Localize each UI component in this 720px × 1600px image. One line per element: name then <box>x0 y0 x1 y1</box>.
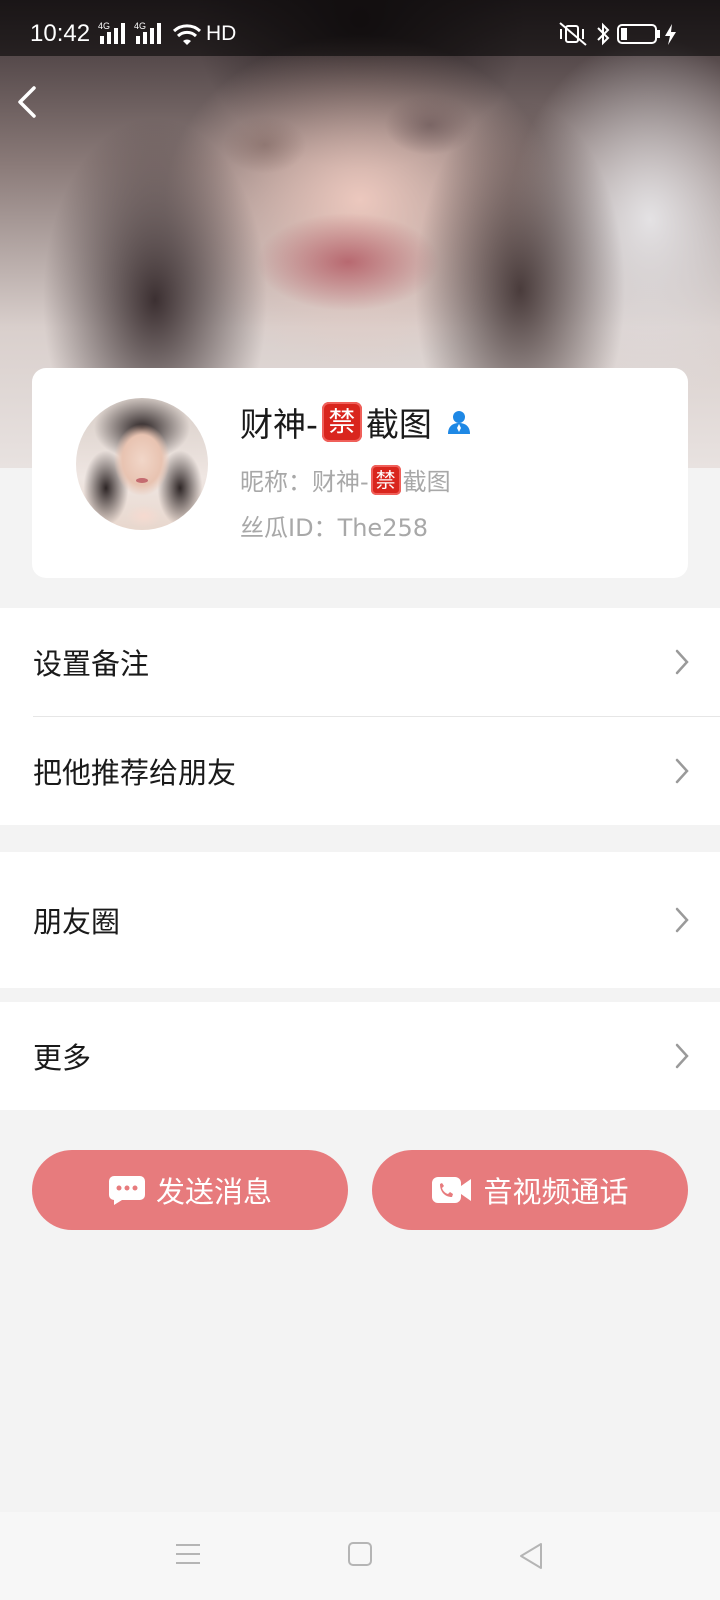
nickname: 昵称： 财神- 禁 截图 <box>240 462 451 497</box>
signal-4g-2-icon: 4G <box>134 21 161 44</box>
signal-4g-label: 4G <box>98 21 110 31</box>
menu-nav-button[interactable] <box>175 1542 201 1566</box>
status-right-icons <box>559 22 676 46</box>
display-name-suffix: 截图 <box>365 405 432 444</box>
chevron-right-icon <box>675 907 689 933</box>
nickname-prefix: 财神- <box>312 468 369 496</box>
user-id-value: The258 <box>337 514 429 542</box>
user-id-label: 丝瓜ID： <box>240 514 338 542</box>
send-message-button[interactable]: 发送消息 <box>32 1150 348 1230</box>
signal-4g-2-label: 4G <box>134 21 146 31</box>
chat-bubble-icon <box>108 1176 145 1205</box>
hd-indicator: HD <box>206 22 237 45</box>
wifi-icon <box>172 24 202 45</box>
battery-icon <box>617 24 660 44</box>
nickname-suffix: 截图 <box>402 468 451 496</box>
back-nav-button[interactable] <box>518 1542 544 1570</box>
system-nav-bar <box>0 1512 720 1600</box>
back-button[interactable] <box>10 80 50 124</box>
bluetooth-icon <box>597 22 610 46</box>
signal-4g-icon: 4G <box>98 21 125 44</box>
settings-section: 设置备注 把他推荐给朋友 <box>0 608 720 825</box>
chevron-right-icon <box>675 649 689 675</box>
moments-item[interactable]: 朋友圈 <box>0 852 720 988</box>
set-remark-label: 设置备注 <box>33 647 150 681</box>
recommend-to-friend-label: 把他推荐给朋友 <box>33 756 237 790</box>
display-name-prefix: 财神- <box>240 405 318 444</box>
charging-icon <box>665 24 676 45</box>
nickname-ban-badge: 禁 <box>370 464 401 495</box>
profile-card: 财神- 禁 截图 昵称： 财神- 禁 截图 丝瓜ID：The258 <box>32 368 688 578</box>
set-remark-item[interactable]: 设置备注 <box>0 608 720 716</box>
av-call-label: 音视频通话 <box>483 1175 629 1209</box>
chevron-right-icon <box>675 758 689 784</box>
verified-user-icon <box>447 411 470 434</box>
avatar[interactable] <box>76 398 208 530</box>
back-arrow-icon <box>18 86 36 118</box>
av-call-button[interactable]: 音视频通话 <box>372 1150 688 1230</box>
status-bar: 10:42 4G 4G HD <box>0 0 720 56</box>
video-call-icon <box>432 1177 472 1203</box>
recommend-to-friend-item[interactable]: 把他推荐给朋友 <box>0 717 720 825</box>
chevron-right-icon <box>675 1043 689 1069</box>
vibrate-mute-icon <box>559 22 587 46</box>
ban-badge: 禁 <box>321 402 362 442</box>
moments-label: 朋友圈 <box>33 905 121 939</box>
status-time: 10:42 <box>30 20 91 47</box>
display-name: 财神- 禁 截图 <box>240 398 472 446</box>
home-nav-button[interactable] <box>348 1542 372 1566</box>
send-message-label: 发送消息 <box>155 1175 272 1209</box>
more-item[interactable]: 更多 <box>0 1002 720 1110</box>
nickname-label: 昵称： <box>240 468 312 496</box>
more-label: 更多 <box>33 1041 92 1075</box>
moments-section: 朋友圈 <box>0 852 720 988</box>
user-id: 丝瓜ID：The258 <box>240 508 428 543</box>
more-section: 更多 <box>0 1002 720 1110</box>
